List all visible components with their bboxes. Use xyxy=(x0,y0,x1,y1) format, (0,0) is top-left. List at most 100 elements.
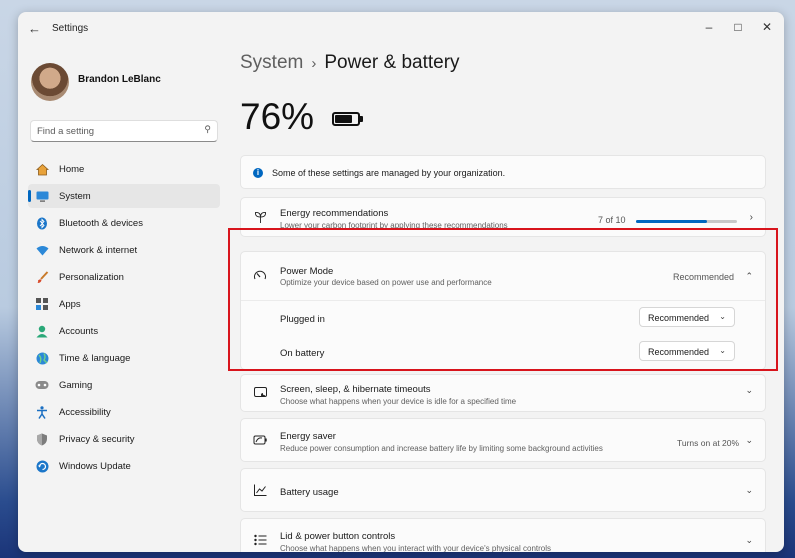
on-battery-dropdown[interactable]: Recommended ⌄ xyxy=(639,341,735,361)
recommendations-progress-fill xyxy=(636,220,707,223)
sidebar-item-time-language[interactable]: Time & language xyxy=(28,346,220,370)
divider xyxy=(241,300,765,301)
sidebar-item-gaming[interactable]: Gaming xyxy=(28,373,220,397)
energy-recommendations-card[interactable]: Energy recommendations Lower your carbon… xyxy=(240,197,766,237)
sidebar-item-label: Gaming xyxy=(59,379,93,391)
chevron-down-icon[interactable]: ⌄ xyxy=(745,535,753,546)
power-mode-title: Power Mode xyxy=(280,266,334,277)
lid-power-desc: Choose what happens when you interact wi… xyxy=(280,544,552,552)
chevron-down-icon: ⌄ xyxy=(719,346,726,355)
sidebar-item-accounts[interactable]: Accounts xyxy=(28,319,220,343)
power-mode-card: Power Mode Optimize your device based on… xyxy=(240,251,766,370)
energy-saver-desc: Reduce power consumption and increase ba… xyxy=(280,444,603,453)
sidebar-item-personalization[interactable]: Personalization xyxy=(28,265,220,289)
energy-saver-icon xyxy=(253,434,267,448)
info-banner-text: Some of these settings are managed by yo… xyxy=(272,168,506,178)
close-icon[interactable]: ✕ xyxy=(754,17,780,37)
screen-sleep-icon xyxy=(253,387,267,401)
sidebar-item-privacy-security[interactable]: Privacy & security xyxy=(28,427,220,451)
apps-icon xyxy=(35,297,49,311)
sidebar-item-system[interactable]: System xyxy=(28,184,220,208)
sidebar-item-label: Time & language xyxy=(59,352,131,364)
breadcrumb: System › Power & battery xyxy=(240,52,460,74)
screen-sleep-desc: Choose what happens when your device is … xyxy=(280,397,517,406)
gamepad-icon xyxy=(35,378,49,392)
sidebar-item-network[interactable]: Network & internet xyxy=(28,238,220,262)
energy-saver-card[interactable]: Energy saver Reduce power consumption an… xyxy=(240,418,766,462)
power-mode-value: Recommended xyxy=(673,272,735,282)
sidebar-item-windows-update[interactable]: Windows Update xyxy=(28,454,220,478)
globe-icon xyxy=(35,351,49,365)
info-icon: i xyxy=(253,168,263,178)
chevron-down-icon[interactable]: ⌄ xyxy=(745,385,753,396)
battery-usage-title: Battery usage xyxy=(280,487,339,498)
settings-window: ← Settings – □ ✕ Brandon LeBlanc ⚲ Home … xyxy=(18,12,784,552)
system-icon xyxy=(35,189,49,203)
sidebar-item-label: Personalization xyxy=(59,271,124,283)
account-icon xyxy=(35,324,49,338)
energy-recommendations-title: Energy recommendations xyxy=(280,208,389,219)
screen-sleep-title: Screen, sleep, & hibernate timeouts xyxy=(280,384,431,395)
chevron-down-icon[interactable]: ⌄ xyxy=(745,485,753,496)
sidebar-item-bluetooth[interactable]: Bluetooth & devices xyxy=(28,211,220,235)
recommendations-progress-bar xyxy=(636,220,737,223)
wifi-icon xyxy=(35,243,49,257)
title-bar: ← Settings – □ ✕ xyxy=(18,12,784,46)
energy-saver-title: Energy saver xyxy=(280,431,336,442)
avatar[interactable] xyxy=(31,63,69,101)
energy-saver-status: Turns on at 20% xyxy=(677,438,740,448)
plugged-in-dropdown[interactable]: Recommended ⌄ xyxy=(639,307,735,327)
on-battery-label: On battery xyxy=(280,348,325,359)
maximize-icon[interactable]: □ xyxy=(725,17,751,37)
accessibility-icon xyxy=(35,405,49,419)
sidebar-item-label: Accounts xyxy=(59,325,99,337)
back-arrow-icon[interactable]: ← xyxy=(28,21,41,36)
search-icon[interactable]: ⚲ xyxy=(204,124,211,135)
chevron-down-icon: ⌄ xyxy=(719,312,726,321)
search-box[interactable]: ⚲ xyxy=(30,120,218,142)
update-icon xyxy=(35,459,49,473)
sidebar-item-label: System xyxy=(59,190,91,202)
battery-usage-card[interactable]: Battery usage ⌄ xyxy=(240,468,766,512)
app-title: Settings xyxy=(52,23,89,34)
sidebar-item-label: Home xyxy=(59,163,85,175)
breadcrumb-parent[interactable]: System xyxy=(240,52,303,73)
main-content: System › Power & battery 76% i Some of the… xyxy=(240,46,784,552)
sidebar-item-label: Privacy & security xyxy=(59,433,135,445)
chevron-down-icon[interactable]: ⌄ xyxy=(745,435,753,446)
sidebar-item-apps[interactable]: Apps xyxy=(28,292,220,316)
sidebar-item-label: Windows Update xyxy=(59,460,131,472)
nav-list: Home System Bluetooth & devices Network … xyxy=(28,157,220,481)
leaf-icon xyxy=(253,211,267,225)
breadcrumb-separator: › xyxy=(311,55,317,72)
battery-percentage: 76% xyxy=(240,96,315,137)
on-battery-dropdown-value: Recommended xyxy=(648,347,710,357)
sidebar: Brandon LeBlanc ⚲ Home System xyxy=(18,46,228,552)
search-input[interactable] xyxy=(31,121,191,142)
bluetooth-icon xyxy=(35,216,49,230)
plugged-in-dropdown-value: Recommended xyxy=(648,313,710,323)
sidebar-item-label: Bluetooth & devices xyxy=(59,217,143,229)
chart-icon xyxy=(253,484,267,498)
chevron-right-icon[interactable]: › xyxy=(750,212,753,223)
recommendations-count: 7 of 10 xyxy=(598,215,626,225)
lid-power-card[interactable]: Lid & power button controls Choose what … xyxy=(240,518,766,552)
minimize-icon[interactable]: – xyxy=(696,17,722,37)
sidebar-item-accessibility[interactable]: Accessibility xyxy=(28,400,220,424)
sidebar-item-home[interactable]: Home xyxy=(28,157,220,181)
battery-icon xyxy=(332,112,363,126)
page-title: Power & battery xyxy=(324,52,460,73)
brush-icon xyxy=(35,270,49,284)
power-mode-desc: Optimize your device based on power use … xyxy=(280,278,492,287)
energy-recommendations-desc: Lower your carbon footprint by applying … xyxy=(280,221,508,230)
screen-sleep-card[interactable]: Screen, sleep, & hibernate timeouts Choo… xyxy=(240,374,766,412)
lid-power-title: Lid & power button controls xyxy=(280,531,396,542)
shield-icon xyxy=(35,432,49,446)
sidebar-item-label: Accessibility xyxy=(59,406,111,418)
sidebar-item-label: Apps xyxy=(59,298,81,310)
sidebar-item-label: Network & internet xyxy=(59,244,138,256)
chevron-up-icon[interactable]: ⌃ xyxy=(745,271,753,282)
plugged-in-label: Plugged in xyxy=(280,314,325,325)
battery-level-fill xyxy=(335,115,352,123)
list-icon xyxy=(253,534,267,548)
